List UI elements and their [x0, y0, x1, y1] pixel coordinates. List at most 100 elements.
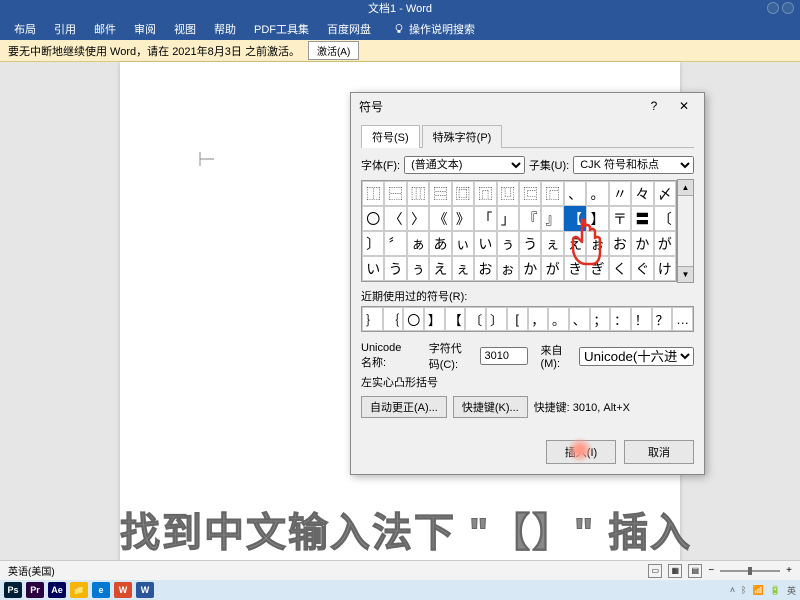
recent-symbol-cell[interactable]: ｛	[383, 307, 404, 331]
recent-symbol-cell[interactable]: 】	[424, 307, 445, 331]
symbol-cell[interactable]: ⿲	[407, 181, 429, 206]
recent-symbol-cell[interactable]: ；	[590, 307, 611, 331]
symbol-cell[interactable]: い	[474, 231, 496, 256]
symbol-cell[interactable]: ぃ	[452, 231, 474, 256]
recent-symbol-cell[interactable]: 、	[569, 307, 590, 331]
taskbar-photoshop-icon[interactable]: Ps	[4, 582, 22, 598]
zoom-in-button[interactable]: +	[786, 565, 792, 576]
symbol-cell[interactable]: ぅ	[407, 256, 429, 281]
recent-symbol-cell[interactable]: ？	[652, 307, 673, 331]
symbol-cell[interactable]: う	[519, 231, 541, 256]
symbol-cell[interactable]: い	[362, 256, 384, 281]
symbol-cell[interactable]: え	[564, 231, 586, 256]
symbol-cell[interactable]: ぎ	[586, 256, 608, 281]
symbol-cell[interactable]: あ	[429, 231, 451, 256]
symbol-cell[interactable]: け	[654, 256, 676, 281]
symbol-cell[interactable]: か	[519, 256, 541, 281]
symbol-cell[interactable]: ぉ	[497, 256, 519, 281]
symbol-cell[interactable]: 〒	[609, 206, 631, 231]
symbol-cell[interactable]: ぐ	[631, 256, 653, 281]
symbol-cell[interactable]: 、	[564, 181, 586, 206]
font-select[interactable]: (普通文本)	[404, 156, 525, 174]
symbol-cell[interactable]: ⿴	[452, 181, 474, 206]
activate-button[interactable]: 激活(A)	[308, 41, 359, 60]
taskbar-explorer-icon[interactable]: 📁	[70, 582, 88, 598]
taskbar-premiere-icon[interactable]: Pr	[26, 582, 44, 598]
symbol-cell[interactable]: ⿶	[497, 181, 519, 206]
view-read-icon[interactable]: ▭	[648, 564, 662, 578]
symbol-cell[interactable]: 々	[631, 181, 653, 206]
dialog-titlebar[interactable]: 符号 ? ✕	[351, 93, 704, 119]
recent-symbol-cell[interactable]: ：	[610, 307, 631, 331]
avatar[interactable]	[782, 2, 794, 14]
tab-special-chars[interactable]: 特殊字符(P)	[422, 125, 503, 148]
symbol-cell[interactable]: 〔	[654, 206, 676, 231]
symbol-cell[interactable]: 》	[452, 206, 474, 231]
symbol-cell[interactable]: 《	[429, 206, 451, 231]
symbol-cell[interactable]: ぅ	[497, 231, 519, 256]
symbol-cell[interactable]: ぉ	[586, 231, 608, 256]
symbol-cell[interactable]: 】	[586, 206, 608, 231]
tab-symbols[interactable]: 符号(S)	[361, 125, 420, 148]
symbol-cell[interactable]: お	[609, 231, 631, 256]
help-button[interactable]: ?	[642, 96, 666, 116]
symbol-cell[interactable]: き	[564, 256, 586, 281]
tab-pdf-tools[interactable]: PDF工具集	[246, 19, 317, 39]
tab-help[interactable]: 帮助	[206, 19, 244, 39]
symbol-cell[interactable]: 【	[564, 206, 586, 231]
symbol-cell[interactable]: ぁ	[407, 231, 429, 256]
status-language[interactable]: 英语(美国)	[8, 563, 55, 578]
taskbar-wps-icon[interactable]: W	[114, 582, 132, 598]
symbol-cell[interactable]: 「	[474, 206, 496, 231]
symbol-cell[interactable]: が	[654, 231, 676, 256]
view-web-icon[interactable]: ▤	[688, 564, 702, 578]
symbol-cell[interactable]: ⿷	[519, 181, 541, 206]
symbol-cell[interactable]: 』	[541, 206, 563, 231]
symbol-cell[interactable]: 〃	[609, 181, 631, 206]
symbol-cell[interactable]: ぇ	[452, 256, 474, 281]
recent-symbol-cell[interactable]: 〇	[403, 307, 424, 331]
symbol-cell[interactable]: か	[631, 231, 653, 256]
zoom-out-button[interactable]: −	[708, 565, 714, 576]
tab-mailings[interactable]: 邮件	[86, 19, 124, 39]
recent-symbol-cell[interactable]: 【	[445, 307, 466, 331]
symbol-cell[interactable]: え	[429, 256, 451, 281]
tray-network-icon[interactable]: 📶	[753, 585, 764, 596]
symbol-cell[interactable]: が	[541, 256, 563, 281]
tab-view[interactable]: 视图	[166, 19, 204, 39]
insert-button[interactable]: 插入(I)	[546, 440, 616, 464]
taskbar-edge-icon[interactable]: e	[92, 582, 110, 598]
taskbar-word-icon[interactable]: W	[136, 582, 154, 598]
recent-symbol-cell[interactable]: ，	[528, 307, 549, 331]
tray-bluetooth-icon[interactable]: ᛒ	[741, 585, 746, 595]
subset-select[interactable]: CJK 符号和标点	[573, 156, 694, 174]
recent-symbol-cell[interactable]: 〕	[486, 307, 507, 331]
recent-symbol-cell[interactable]: …	[672, 307, 693, 331]
symbol-cell[interactable]: 〇	[362, 206, 384, 231]
symbol-cell[interactable]: 『	[519, 206, 541, 231]
symbol-cell[interactable]: ⿰	[362, 181, 384, 206]
symbol-cell[interactable]: ⿸	[541, 181, 563, 206]
tab-layout[interactable]: 布局	[6, 19, 44, 39]
taskbar-aftereffects-icon[interactable]: Ae	[48, 582, 66, 598]
charcode-input[interactable]	[480, 347, 528, 365]
symbol-cell[interactable]: 〞	[384, 231, 406, 256]
tell-me-search[interactable]: 操作说明搜索	[393, 21, 475, 37]
tray-up-icon[interactable]: ˄	[730, 585, 735, 595]
symbol-cell[interactable]: 」	[497, 206, 519, 231]
avatar[interactable]	[767, 2, 779, 14]
tray-battery-icon[interactable]: 🔋	[770, 585, 781, 596]
symbol-scrollbar[interactable]: ▲ ▼	[677, 179, 694, 283]
symbol-cell[interactable]: 〈	[384, 206, 406, 231]
tab-review[interactable]: 审阅	[126, 19, 164, 39]
symbol-cell[interactable]: う	[384, 256, 406, 281]
recent-symbol-cell[interactable]: 。	[548, 307, 569, 331]
shortcut-key-button[interactable]: 快捷键(K)...	[453, 396, 528, 418]
from-select[interactable]: Unicode(十六进制)	[579, 347, 694, 366]
scroll-down-button[interactable]: ▼	[678, 266, 693, 282]
symbol-cell[interactable]: ぇ	[541, 231, 563, 256]
symbol-cell[interactable]: ⿳	[429, 181, 451, 206]
symbol-cell[interactable]: ⿱	[384, 181, 406, 206]
close-button[interactable]: ✕	[672, 96, 696, 116]
symbol-cell[interactable]: 〕	[362, 231, 384, 256]
